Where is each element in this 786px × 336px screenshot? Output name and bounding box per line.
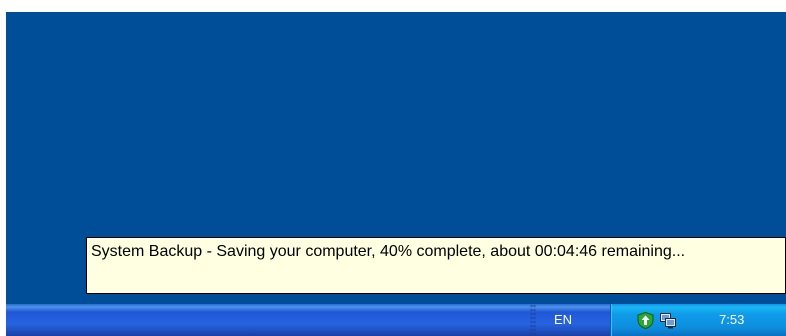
security-shield-icon[interactable] xyxy=(637,311,654,330)
clock[interactable]: 7:53 xyxy=(719,304,744,336)
system-tray: 7:53 xyxy=(610,304,786,336)
language-indicator[interactable]: EN xyxy=(554,304,572,336)
taskbar-grip xyxy=(530,304,536,336)
backup-progress-tooltip: System Backup - Saving your computer, 40… xyxy=(86,237,786,294)
taskbar[interactable]: EN 7:53 xyxy=(6,304,786,336)
network-icon[interactable] xyxy=(659,312,677,329)
screen: EN 7:53 System Backup - Saving your comp… xyxy=(6,12,786,336)
